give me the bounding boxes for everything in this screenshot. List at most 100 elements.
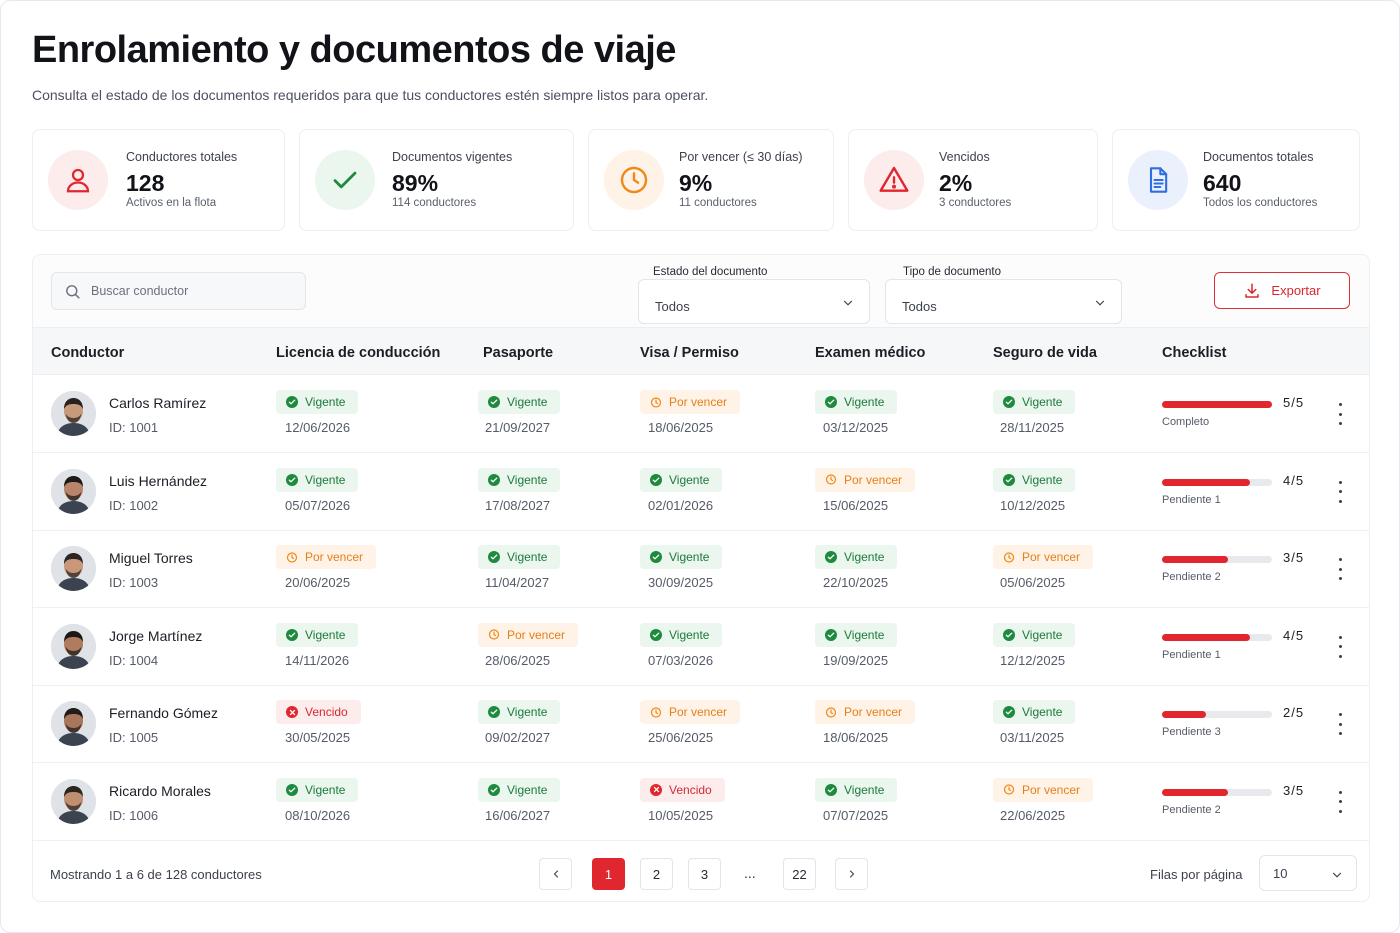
export-button[interactable]: Exportar: [1214, 272, 1350, 309]
expiry-date: 30/05/2025: [285, 730, 351, 745]
avatar: [51, 623, 96, 669]
more-options-icon[interactable]: [1333, 790, 1347, 813]
more-options-icon[interactable]: [1333, 713, 1347, 735]
status-badge-vigente: Vigente: [993, 622, 1076, 647]
status-badge-vigente: Vigente: [478, 545, 561, 569]
table-row[interactable]: Miguel Torres ID: 1003 Por vencer 20/06/202…: [33, 530, 1369, 608]
status-badge-vigente: Vigente: [478, 467, 561, 492]
status-badge-vigente: Vigente: [993, 390, 1076, 414]
chevron-down-icon: [1095, 300, 1105, 306]
status-label: Vigente: [669, 550, 710, 564]
page-button-22[interactable]: 22: [783, 858, 816, 890]
table-row[interactable]: Ricardo Morales ID: 1006 Vigente 08/10/2026…: [33, 763, 1369, 841]
driver-id: ID: 1004: [109, 652, 159, 668]
avatar: [51, 468, 96, 514]
driver-name[interactable]: Ricardo Morales: [109, 783, 211, 799]
expiry-date: 18/06/2025: [823, 730, 889, 745]
status-label: Vigente: [507, 472, 548, 487]
search-input[interactable]: [91, 284, 291, 298]
stat-label: Documentos vigentes: [392, 150, 513, 164]
status-label: Por vencer: [1022, 782, 1081, 797]
more-options-icon[interactable]: [1333, 635, 1347, 658]
clock-icon: [488, 629, 500, 641]
checklist-progress-fill: [1162, 478, 1250, 486]
check-circle-icon: [488, 783, 500, 796]
column-header: Visa / Permiso: [640, 345, 739, 361]
drivers-panel: Estado del documento Todos Tipo de docum…: [32, 254, 1370, 902]
column-header: Checklist: [1162, 345, 1227, 361]
page-button-3[interactable]: 3: [688, 858, 721, 890]
stat-value: 640: [1203, 170, 1242, 196]
clock-icon: [825, 474, 837, 486]
expiry-date: 30/09/2025: [648, 575, 714, 590]
check-circle-icon: [286, 396, 298, 408]
checklist-progress-bar: [1162, 401, 1272, 408]
status-badge-por-vencer: Por vencer: [993, 777, 1094, 802]
status-badge-vigente: Vigente: [640, 545, 723, 569]
page-button-2[interactable]: 2: [640, 858, 673, 890]
clock-icon: [1003, 551, 1015, 563]
status-badge-vigente: Vigente: [815, 545, 898, 569]
estado-select-value: Todos: [655, 299, 690, 314]
driver-name[interactable]: Carlos Ramírez: [109, 395, 206, 411]
expiry-date: 22/06/2025: [1000, 807, 1066, 823]
table-row[interactable]: Fernando Gómez ID: 1005 Vencido 30/05/2025 V…: [33, 685, 1369, 763]
search-box[interactable]: [51, 272, 306, 310]
stat-sub: 114 conductores: [392, 197, 477, 209]
driver-name[interactable]: Jorge Martínez: [109, 628, 202, 644]
checklist-progress-bar: [1162, 556, 1272, 563]
checklist-count: 3/5: [1283, 550, 1305, 565]
expiry-date: 12/06/2026: [285, 420, 351, 435]
more-options-icon[interactable]: [1333, 558, 1347, 580]
expiry-date: 18/06/2025: [648, 420, 714, 435]
column-header: Seguro de vida: [993, 345, 1097, 361]
status-label: Vigente: [507, 550, 548, 564]
status-label: Vigente: [669, 472, 710, 487]
stat-card-documentos: Documentos totales 640 Todos los conduct…: [1112, 129, 1360, 231]
more-options-icon[interactable]: [1333, 403, 1347, 425]
status-label: Vencido: [669, 782, 712, 797]
expiry-date: 14/11/2026: [285, 652, 350, 668]
tipo-select[interactable]: Todos: [885, 279, 1122, 324]
rows-per-page-select[interactable]: 10: [1259, 855, 1357, 891]
status-label: Por vencer: [1022, 550, 1081, 564]
status-label: Vigente: [507, 395, 548, 409]
pagination-summary: Mostrando 1 a 6 de 128 conductores: [50, 867, 262, 882]
driver-name[interactable]: Luis Hernández: [109, 473, 207, 489]
page-button-1[interactable]: 1: [592, 858, 625, 890]
status-label: Vigente: [507, 782, 548, 797]
next-page-button[interactable]: [835, 858, 868, 890]
check-circle-icon: [1003, 473, 1015, 486]
table-row[interactable]: Jorge Martínez ID: 1004 Vigente 14/11/2026 P…: [33, 608, 1369, 686]
expiry-date: 28/11/2025: [1000, 420, 1065, 435]
check-circle-icon: [488, 473, 500, 486]
more-options-icon[interactable]: [1333, 480, 1347, 503]
check-circle-icon: [286, 473, 298, 486]
prev-page-button[interactable]: [539, 858, 572, 890]
table-row[interactable]: Luis Hernández ID: 1002 Vigente 05/07/2026 V…: [33, 453, 1369, 531]
expiry-date: 25/06/2025: [648, 730, 714, 745]
expiry-date: 09/02/2027: [485, 730, 551, 745]
check-circle-icon: [286, 783, 298, 796]
driver-id: ID: 1001: [109, 420, 159, 435]
driver-name[interactable]: Fernando Gómez: [109, 705, 218, 721]
x-circle-icon: [650, 783, 662, 796]
driver-name[interactable]: Miguel Torres: [109, 550, 193, 566]
clock-icon: [650, 706, 662, 718]
status-badge-vigente: Vigente: [640, 622, 723, 647]
expiry-date: 19/09/2025: [823, 652, 889, 668]
estado-select[interactable]: Todos: [638, 279, 870, 324]
status-badge-por-vencer: Por vencer: [993, 545, 1094, 569]
expiry-date: 28/06/2025: [485, 652, 551, 668]
status-badge-vigente: Vigente: [993, 467, 1076, 492]
stat-card-vencidos: Vencidos 2% 3 conductores: [848, 129, 1098, 231]
stat-sub: 11 conductores: [679, 197, 757, 209]
estado-filter-label: Estado del documento: [653, 266, 768, 278]
expiry-date: 05/07/2026: [285, 497, 351, 513]
expiry-date: 03/11/2025: [1000, 730, 1065, 745]
status-badge-vigente: Vigente: [815, 777, 898, 802]
chevron-right-icon: [849, 870, 854, 878]
status-badge-por-vencer: Por vencer: [478, 622, 579, 647]
table-row[interactable]: Carlos Ramírez ID: 1001 Vigente 12/06/2026 V…: [33, 375, 1369, 453]
chevron-down-icon: [843, 300, 853, 306]
